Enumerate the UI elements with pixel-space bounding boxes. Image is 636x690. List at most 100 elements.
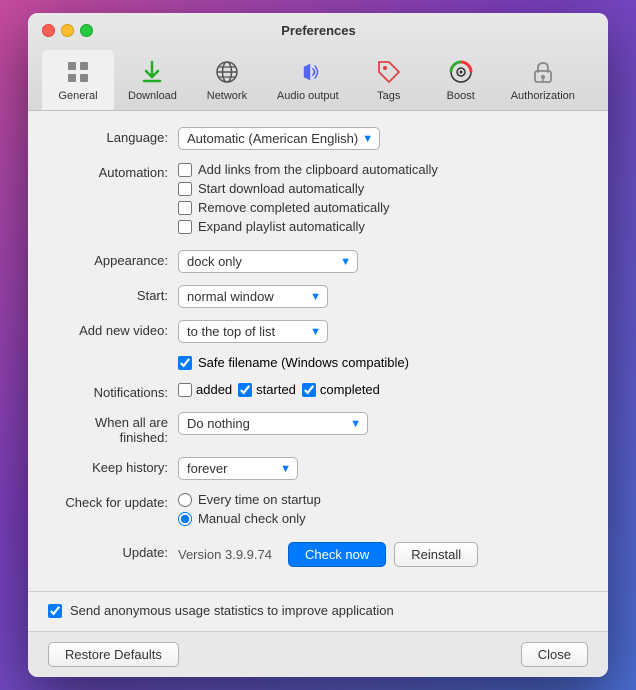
start-value: normal window	[187, 289, 274, 304]
manual-check-radio[interactable]	[178, 512, 192, 526]
add-links-checkbox[interactable]	[178, 163, 192, 177]
safe-filename-checkbox[interactable]	[178, 356, 192, 370]
notif-added: added	[178, 382, 232, 397]
add-new-video-value: to the top of list	[187, 324, 275, 339]
keep-history-label: Keep history:	[48, 457, 178, 475]
check-now-button[interactable]: Check now	[288, 542, 386, 567]
boost-icon	[445, 56, 477, 88]
start-label: Start:	[48, 285, 178, 303]
start-control: normal window ▼	[178, 285, 588, 308]
manual-check-row: Manual check only	[178, 511, 588, 526]
tab-audio[interactable]: Audio output	[263, 50, 353, 110]
appearance-row: Appearance: dock only ▼	[48, 250, 588, 273]
dropdown-arrow-icon: ▼	[310, 291, 321, 303]
every-startup-label: Every time on startup	[198, 492, 321, 507]
notif-completed-label: completed	[320, 382, 380, 397]
add-new-video-row: Add new video: to the top of list ▼	[48, 320, 588, 343]
notif-completed: completed	[302, 382, 380, 397]
tab-general-label: General	[58, 90, 97, 102]
appearance-label: Appearance:	[48, 250, 178, 268]
every-startup-row: Every time on startup	[178, 492, 588, 507]
tab-network[interactable]: Network	[191, 50, 263, 110]
dropdown-arrow-icon: ▼	[310, 326, 321, 338]
notif-added-label: added	[196, 382, 232, 397]
automation-item-1: Start download automatically	[178, 181, 588, 196]
tab-download-label: Download	[128, 90, 177, 102]
when-finished-dropdown[interactable]: Do nothing ▼	[178, 412, 368, 435]
automation-item-2: Remove completed automatically	[178, 200, 588, 215]
tab-authorization[interactable]: Authorization	[497, 50, 589, 110]
every-startup-radio[interactable]	[178, 493, 192, 507]
appearance-dropdown[interactable]: dock only ▼	[178, 250, 358, 273]
when-finished-value: Do nothing	[187, 416, 250, 431]
manual-check-label: Manual check only	[198, 511, 306, 526]
dropdown-arrow-icon: ▼	[362, 133, 373, 145]
version-text: Version 3.9.9.74	[178, 547, 272, 562]
restore-defaults-button[interactable]: Restore Defaults	[48, 642, 179, 667]
notifications-control: added started completed	[178, 382, 588, 397]
update-row: Update: Version 3.9.9.74 Check now Reins…	[48, 542, 588, 567]
keep-history-value: forever	[187, 461, 227, 476]
close-button[interactable]: Close	[521, 642, 588, 667]
reinstall-button[interactable]: Reinstall	[394, 542, 478, 567]
language-value: Automatic (American English)	[187, 131, 358, 146]
auth-icon	[527, 56, 559, 88]
language-dropdown[interactable]: Automatic (American English) ▼	[178, 127, 380, 150]
safe-filename-row: Safe filename (Windows compatible)	[48, 355, 588, 370]
keep-history-row: Keep history: forever ▼	[48, 457, 588, 480]
audio-icon	[292, 56, 324, 88]
tab-tags[interactable]: Tags	[353, 50, 425, 110]
preferences-content: Language: Automatic (American English) ▼…	[28, 111, 608, 591]
automation-item-0: Add links from the clipboard automatical…	[178, 162, 588, 177]
automation-control: Add links from the clipboard automatical…	[178, 162, 588, 238]
tab-boost[interactable]: Boost	[425, 50, 497, 110]
notifications-items: added started completed	[178, 382, 588, 397]
notif-added-checkbox[interactable]	[178, 383, 192, 397]
start-dropdown[interactable]: normal window ▼	[178, 285, 328, 308]
automation-item-3: Expand playlist automatically	[178, 219, 588, 234]
tab-network-label: Network	[207, 90, 247, 102]
remove-completed-checkbox[interactable]	[178, 201, 192, 215]
update-label: Update:	[48, 542, 178, 560]
when-finished-control: Do nothing ▼	[178, 412, 588, 435]
notif-started-label: started	[256, 382, 296, 397]
tab-general[interactable]: General	[42, 50, 114, 110]
language-control: Automatic (American English) ▼	[178, 127, 588, 150]
tab-boost-label: Boost	[447, 90, 475, 102]
notifications-label: Notifications:	[48, 382, 178, 400]
notif-completed-checkbox[interactable]	[302, 383, 316, 397]
when-finished-label: When all are finished:	[48, 412, 178, 445]
check-update-row: Check for update: Every time on startup …	[48, 492, 588, 530]
remove-completed-label: Remove completed automatically	[198, 200, 389, 215]
tab-auth-label: Authorization	[511, 90, 575, 102]
preferences-window: Preferences General	[28, 13, 608, 676]
appearance-control: dock only ▼	[178, 250, 588, 273]
network-icon	[211, 56, 243, 88]
keep-history-dropdown[interactable]: forever ▼	[178, 457, 298, 480]
start-row: Start: normal window ▼	[48, 285, 588, 308]
update-control: Version 3.9.9.74 Check now Reinstall	[178, 542, 588, 567]
expand-playlist-label: Expand playlist automatically	[198, 219, 365, 234]
tab-download[interactable]: Download	[114, 50, 191, 110]
footer: Restore Defaults Close	[28, 631, 608, 677]
window-title: Preferences	[43, 23, 594, 38]
notifications-row: Notifications: added started completed	[48, 382, 588, 400]
add-links-label: Add links from the clipboard automatical…	[198, 162, 438, 177]
anon-checkbox[interactable]	[48, 604, 62, 618]
anon-label: Send anonymous usage statistics to impro…	[70, 602, 394, 620]
tags-icon	[373, 56, 405, 88]
anon-row: Send anonymous usage statistics to impro…	[28, 591, 608, 630]
safe-filename-label: Safe filename (Windows compatible)	[198, 355, 409, 370]
automation-label: Automation:	[48, 162, 178, 180]
add-new-video-dropdown[interactable]: to the top of list ▼	[178, 320, 328, 343]
dropdown-arrow-icon: ▼	[280, 463, 291, 475]
keep-history-control: forever ▼	[178, 457, 588, 480]
notif-started-checkbox[interactable]	[238, 383, 252, 397]
start-download-label: Start download automatically	[198, 181, 364, 196]
tab-audio-label: Audio output	[277, 90, 339, 102]
start-download-checkbox[interactable]	[178, 182, 192, 196]
automation-row: Automation: Add links from the clipboard…	[48, 162, 588, 238]
general-icon	[62, 56, 94, 88]
language-row: Language: Automatic (American English) ▼	[48, 127, 588, 150]
expand-playlist-checkbox[interactable]	[178, 220, 192, 234]
